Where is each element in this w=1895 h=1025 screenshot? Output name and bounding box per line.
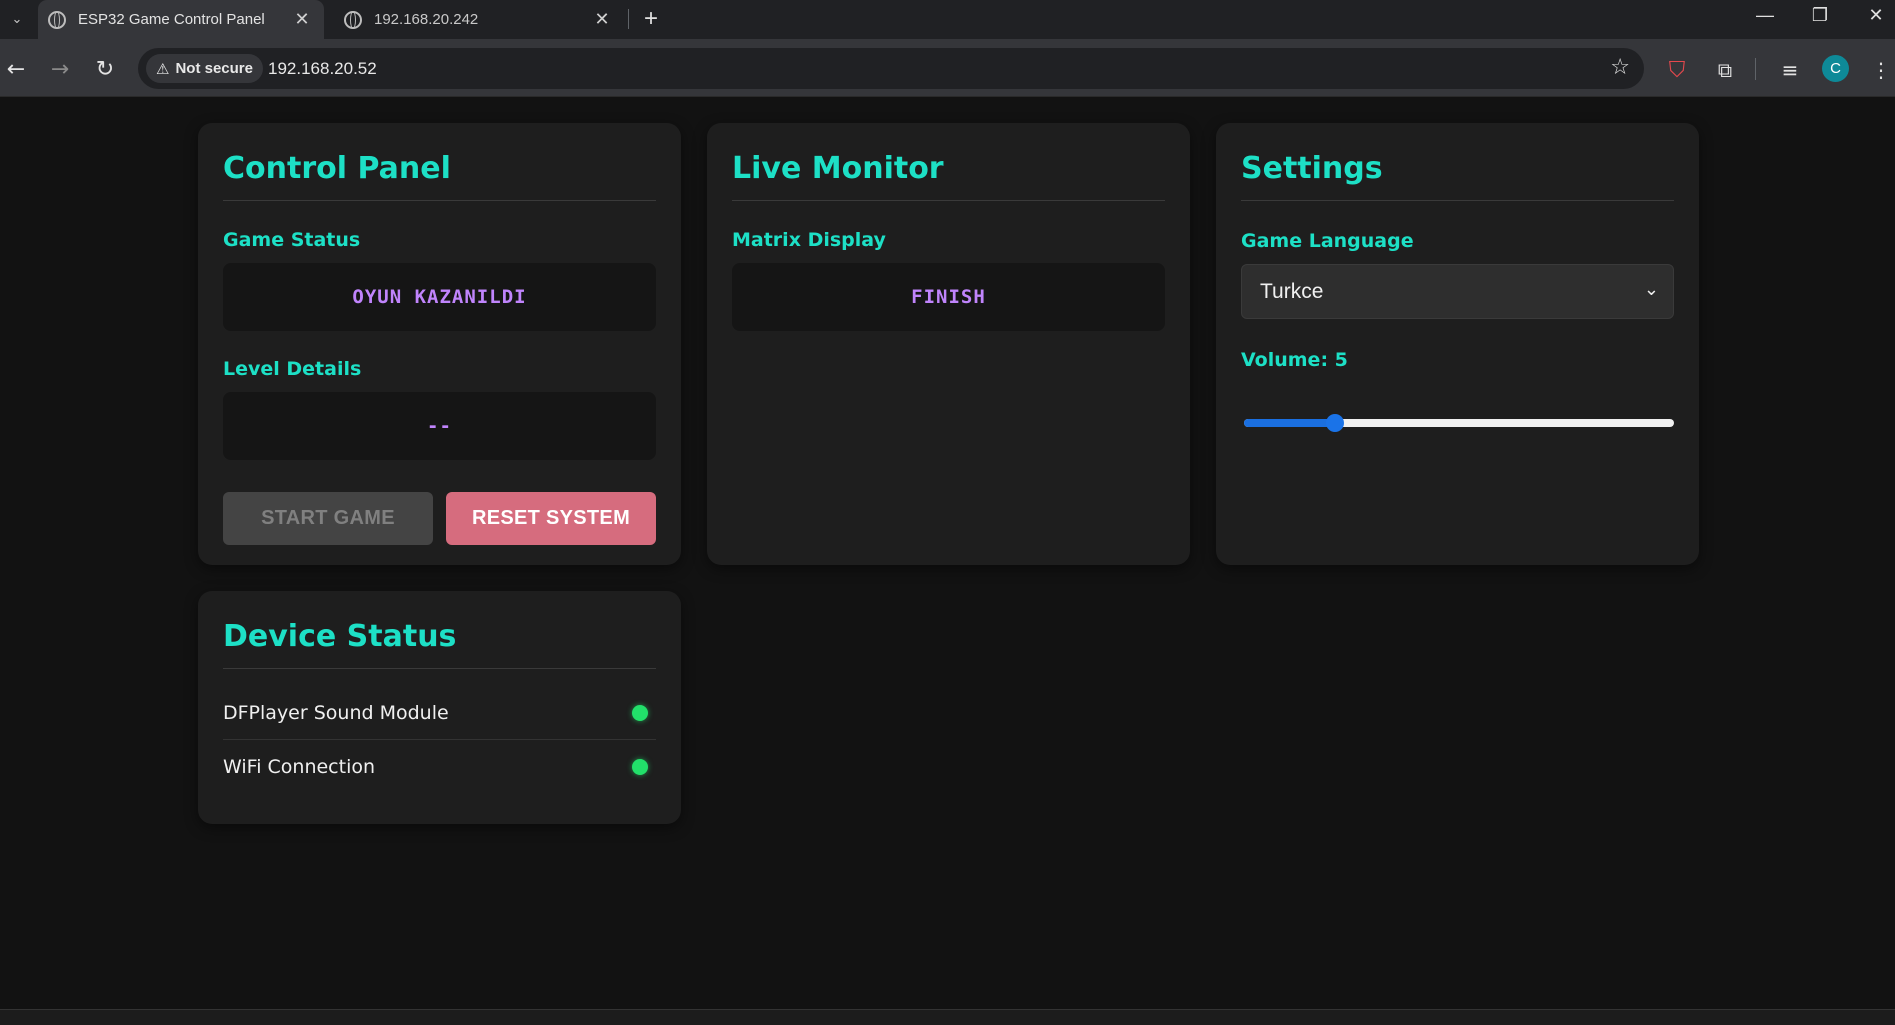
back-arrow-icon[interactable]: ← (1, 54, 31, 84)
security-chip[interactable]: ⚠ Not secure (146, 54, 263, 83)
device-status-title: Device Status (223, 591, 656, 669)
device-status-card: Device Status DFPlayer Sound Module WiFi… (198, 591, 681, 824)
restore-icon[interactable]: ❐ (1797, 0, 1843, 30)
device-name: DFPlayer Sound Module (223, 702, 449, 724)
security-label: Not secure (175, 60, 253, 77)
warning-icon: ⚠ (156, 60, 170, 78)
level-details-display: -- (223, 392, 656, 460)
globe-icon (344, 10, 362, 29)
star-icon[interactable]: ☆ (1610, 55, 1630, 80)
tab-192-168-20-242[interactable]: 192.168.20.242 ✕ (334, 0, 624, 39)
close-icon[interactable]: ✕ (292, 9, 312, 30)
start-game-button[interactable]: START GAME (223, 492, 433, 545)
game-status-display: OYUN KAZANILDI (223, 263, 656, 331)
reload-icon[interactable]: ↻ (90, 54, 120, 84)
status-indicator (632, 758, 648, 775)
minimize-icon[interactable]: — (1742, 0, 1788, 30)
reset-system-button[interactable]: RESET SYSTEM (446, 492, 656, 545)
live-monitor-title: Live Monitor (732, 123, 1165, 201)
kebab-menu-icon[interactable]: ⋮ (1866, 55, 1895, 85)
matrix-display: FINISH (732, 263, 1165, 331)
window-close-icon[interactable]: ✕ (1853, 0, 1895, 30)
level-details-label: Level Details (223, 358, 362, 380)
url-text[interactable]: 192.168.20.52 (268, 48, 377, 89)
shield-extension-icon[interactable]: ⛉ (1662, 55, 1692, 85)
media-control-icon[interactable]: ≡ (1775, 55, 1805, 85)
control-panel-card: Control Panel Game Status OYUN KAZANILDI… (198, 123, 681, 565)
profile-avatar[interactable]: C (1822, 55, 1849, 82)
new-tab-icon[interactable]: + (636, 4, 666, 34)
live-monitor-card: Live Monitor Matrix Display FINISH (707, 123, 1190, 565)
device-row-dfplayer: DFPlayer Sound Module (223, 687, 656, 740)
chevron-down-icon: ⌄ (1643, 279, 1659, 299)
settings-card: Settings Game Language Turkce ⌄ Volume: … (1216, 123, 1699, 565)
matrix-display-label: Matrix Display (732, 229, 886, 251)
toolbar-divider (1755, 58, 1756, 80)
control-buttons: START GAME RESET SYSTEM (223, 492, 656, 545)
browser-toolbar: ← → ↻ ⚠ Not secure 192.168.20.52 ☆ ⛉ ⧉ ≡… (0, 39, 1895, 97)
globe-icon (48, 10, 66, 29)
puzzle-icon[interactable]: ⧉ (1710, 55, 1740, 85)
forward-arrow-icon[interactable]: → (45, 54, 75, 84)
selected-language: Turkce (1260, 279, 1324, 303)
tab-esp32-control-panel[interactable]: ESP32 Game Control Panel ✕ (38, 0, 324, 39)
status-indicator (632, 705, 648, 721)
tab-title: 192.168.20.242 (374, 11, 479, 28)
device-list: DFPlayer Sound Module WiFi Connection (223, 687, 656, 793)
game-status-label: Game Status (223, 229, 361, 251)
device-row-wifi: WiFi Connection (223, 740, 656, 793)
device-name: WiFi Connection (223, 755, 376, 778)
browser-tabstrip: ⌄ ESP32 Game Control Panel ✕ 192.168.20.… (0, 0, 1895, 39)
volume-label: Volume: 5 (1241, 349, 1348, 371)
tab-divider (628, 9, 629, 29)
game-language-select[interactable]: Turkce ⌄ (1241, 264, 1674, 319)
os-taskbar (0, 1009, 1895, 1025)
settings-title: Settings (1241, 123, 1674, 201)
chevron-down-icon[interactable]: ⌄ (4, 6, 30, 32)
tab-title: ESP32 Game Control Panel (78, 11, 265, 28)
game-language-label: Game Language (1241, 230, 1414, 252)
address-bar[interactable]: ⚠ Not secure 192.168.20.52 ☆ (138, 48, 1644, 89)
slider-thumb[interactable] (1325, 414, 1344, 432)
slider-fill (1244, 419, 1335, 427)
control-panel-title: Control Panel (223, 123, 656, 201)
volume-slider[interactable] (1241, 411, 1674, 435)
close-icon[interactable]: ✕ (592, 9, 612, 30)
